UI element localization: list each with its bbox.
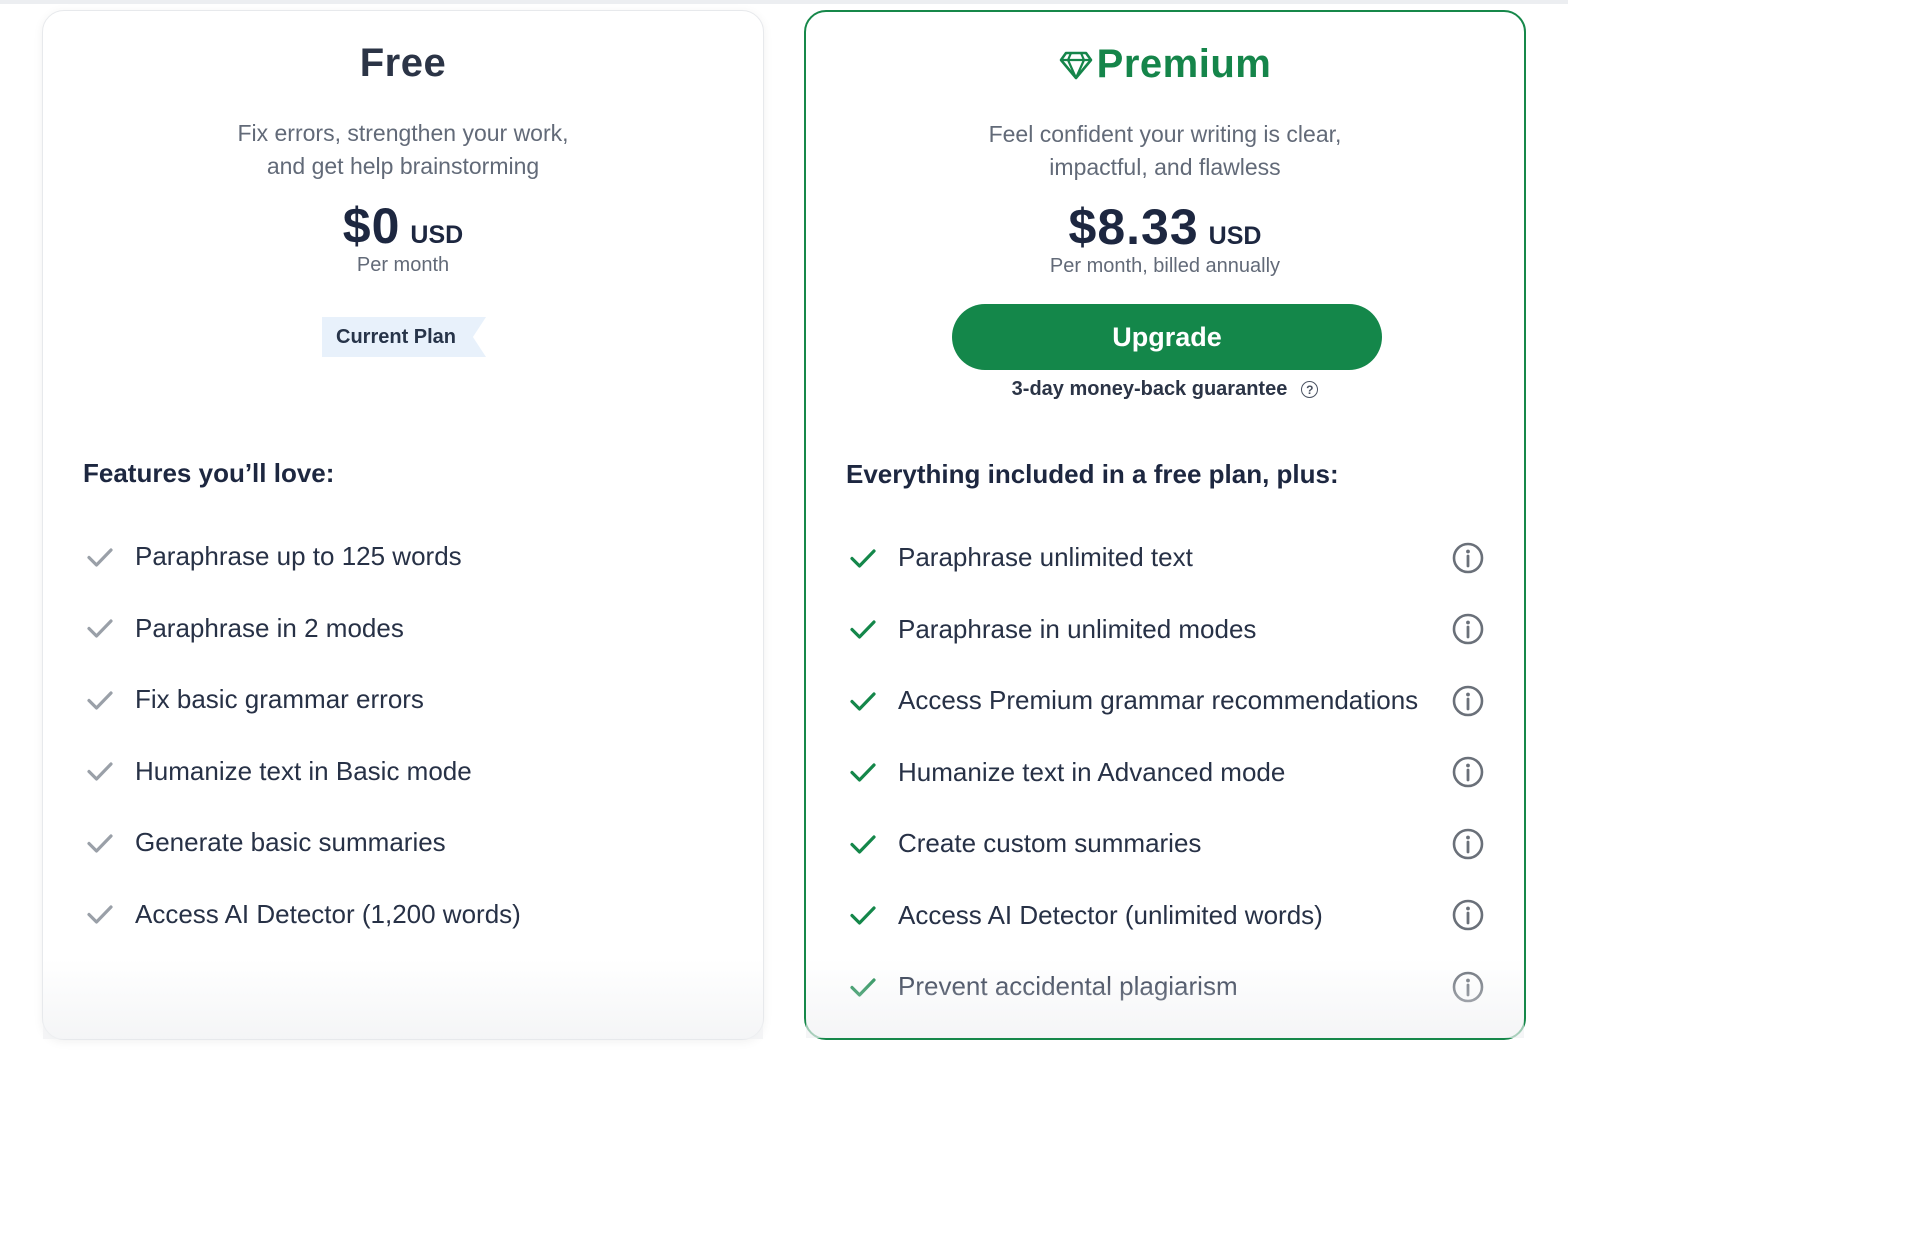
feature-label: Humanize text in Advanced mode <box>898 756 1286 787</box>
premium-price-currency: USD <box>1208 222 1262 250</box>
premium-plan-desc-line1: Feel confident your writing is clear, <box>988 121 1342 147</box>
feature-label: Prevent accidental plagiarism <box>898 971 1238 1002</box>
premium-features-heading: Everything included in a free plan, plus… <box>846 459 1339 489</box>
feature-item: Humanize text in Basic mode <box>83 736 723 808</box>
money-back-guarantee: 3-day money-back guarantee ? <box>806 378 1524 401</box>
check-icon-gray <box>87 691 113 710</box>
top-divider <box>0 0 1568 4</box>
premium-price-period: Per month, billed annually <box>1049 255 1281 277</box>
feature-item: Access AI Detector (1,200 words) <box>83 879 723 951</box>
guarantee-text: 3-day money-back guarantee <box>1011 378 1288 400</box>
current-plan-badge: Current Plan <box>322 317 487 357</box>
feature-label: Access AI Detector (1,200 words) <box>135 898 521 929</box>
info-icon[interactable] <box>1452 828 1484 860</box>
free-plan-title: Free <box>359 41 447 85</box>
feature-label: Paraphrase unlimited text <box>898 542 1193 573</box>
info-icon[interactable] <box>1452 613 1484 645</box>
premium-plan-desc-line2: impactful, and flawless <box>1049 154 1281 180</box>
upgrade-button[interactable]: Upgrade <box>952 304 1382 370</box>
premium-feature-list: Paraphrase unlimited text Paraphrase in u… <box>846 522 1484 1023</box>
feature-label: Create custom summaries <box>898 828 1202 859</box>
feature-label: Fix basic grammar errors <box>135 684 424 715</box>
premium-plan-description: Feel confident your writing is clear, im… <box>806 118 1524 184</box>
premium-plan-title-row: Premium <box>806 42 1524 87</box>
feature-label: Generate basic summaries <box>135 827 446 858</box>
info-icon[interactable] <box>1452 685 1484 717</box>
premium-plan-card: Premium Feel confident your writing is c… <box>804 10 1526 1040</box>
free-feature-list: Paraphrase up to 125 words Paraphrase in … <box>83 521 723 950</box>
info-icon[interactable] <box>1452 899 1484 931</box>
premium-price: $8.33 USD <box>806 198 1524 256</box>
check-icon-green <box>850 835 876 854</box>
feature-item: Create custom summaries <box>846 808 1484 880</box>
feature-label: Paraphrase up to 125 words <box>135 541 462 572</box>
info-icon[interactable] <box>1452 542 1484 574</box>
feature-label: Paraphrase in unlimited modes <box>898 613 1257 644</box>
free-price: $0 USD <box>43 197 763 255</box>
check-icon-green <box>850 906 876 925</box>
feature-item: Humanize text in Advanced mode <box>846 737 1484 809</box>
feature-item: Paraphrase in 2 modes <box>83 593 723 665</box>
info-icon[interactable] <box>1452 971 1484 1003</box>
feature-label: Humanize text in Basic mode <box>135 755 472 786</box>
free-price-period: Per month <box>356 254 450 276</box>
feature-label: Access Premium grammar recommendations <box>898 685 1419 716</box>
feature-item: Prevent accidental plagiarism <box>846 951 1484 1023</box>
free-features-heading: Features you’ll love: <box>83 458 335 488</box>
feature-label: Paraphrase in 2 modes <box>135 612 404 643</box>
feature-label: Access AI Detector (unlimited words) <box>898 899 1323 930</box>
feature-item: Access AI Detector (unlimited words) <box>846 880 1484 952</box>
feature-item: Paraphrase up to 125 words <box>83 521 723 593</box>
premium-plan-title: Premium <box>1096 42 1272 86</box>
feature-item: Access Premium grammar recommendations <box>846 665 1484 737</box>
free-plan-card: Free Fix errors, strengthen your work, a… <box>42 10 764 1040</box>
free-plan-desc-line1: Fix errors, strengthen your work, <box>237 120 569 146</box>
free-price-currency: USD <box>410 221 464 249</box>
card-bottom-fade <box>43 959 763 1039</box>
check-icon-gray <box>87 548 113 567</box>
check-icon-green <box>850 763 876 782</box>
check-icon-green <box>850 549 876 568</box>
question-icon[interactable]: ? <box>1301 381 1319 398</box>
free-price-amount: $0 <box>342 198 401 254</box>
feature-item: Generate basic summaries <box>83 807 723 879</box>
check-icon-gray <box>87 762 113 781</box>
check-icon-green <box>850 978 876 997</box>
feature-item: Paraphrase in unlimited modes <box>846 594 1484 666</box>
gem-icon <box>1059 51 1092 79</box>
check-icon-gray <box>87 619 113 638</box>
info-icon[interactable] <box>1452 756 1484 788</box>
free-plan-desc-line2: and get help brainstorming <box>266 153 540 179</box>
check-icon-gray <box>87 834 113 853</box>
free-plan-description: Fix errors, strengthen your work, and ge… <box>43 117 763 183</box>
check-icon-green <box>850 692 876 711</box>
feature-item: Paraphrase unlimited text <box>846 522 1484 594</box>
premium-price-amount: $8.33 <box>1068 199 1199 255</box>
check-icon-gray <box>87 905 113 924</box>
check-icon-green <box>850 620 876 639</box>
feature-item: Fix basic grammar errors <box>83 664 723 736</box>
